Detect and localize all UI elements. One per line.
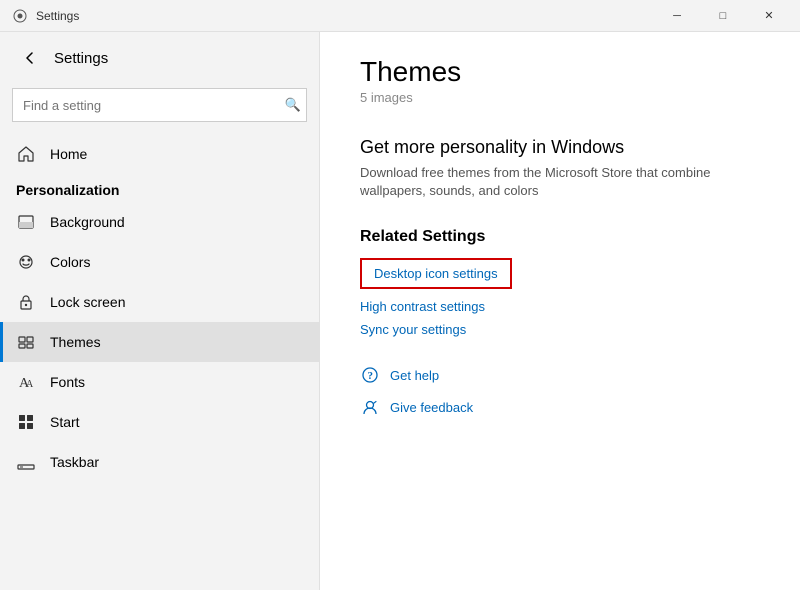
- themes-icon: [16, 332, 36, 352]
- back-button[interactable]: [16, 44, 44, 72]
- lock-icon: [16, 292, 36, 312]
- give-feedback-label: Give feedback: [390, 400, 473, 415]
- sidebar-item-taskbar[interactable]: Taskbar: [0, 442, 319, 482]
- sidebar-item-colors-label: Colors: [50, 254, 90, 270]
- search-input[interactable]: [12, 88, 307, 122]
- help-section: ? Get help Give feedback: [360, 365, 760, 417]
- sidebar-item-lock-screen-label: Lock screen: [50, 294, 125, 310]
- sidebar-item-background-label: Background: [50, 214, 125, 230]
- back-icon: [24, 52, 36, 64]
- svg-text:A: A: [26, 379, 34, 390]
- close-button[interactable]: ✕: [746, 0, 792, 32]
- app-container: Settings 🔍 Home Personalization: [0, 32, 800, 590]
- get-help-icon: ?: [360, 365, 380, 385]
- sidebar-item-themes[interactable]: Themes: [0, 322, 319, 362]
- give-feedback-item[interactable]: Give feedback: [360, 397, 760, 417]
- sidebar: Settings 🔍 Home Personalization: [0, 32, 320, 590]
- sidebar-item-background[interactable]: Background: [0, 202, 319, 242]
- colors-icon: [16, 252, 36, 272]
- sidebar-item-taskbar-label: Taskbar: [50, 454, 99, 470]
- get-help-label: Get help: [390, 368, 439, 383]
- related-settings-title: Related Settings: [360, 228, 760, 246]
- give-feedback-icon: [360, 397, 380, 417]
- sidebar-header: Settings: [0, 32, 319, 84]
- titlebar-title: Settings: [36, 9, 79, 23]
- maximize-button[interactable]: □: [700, 0, 746, 32]
- sidebar-item-home[interactable]: Home: [0, 134, 319, 174]
- sidebar-item-start-label: Start: [50, 414, 80, 430]
- get-help-item[interactable]: ? Get help: [360, 365, 760, 385]
- sidebar-item-fonts[interactable]: A A Fonts: [0, 362, 319, 402]
- sidebar-item-lock-screen[interactable]: Lock screen: [0, 282, 319, 322]
- fonts-icon: A A: [16, 372, 36, 392]
- sync-settings-link[interactable]: Sync your settings: [360, 322, 760, 337]
- search-container: 🔍: [12, 88, 307, 122]
- sidebar-item-start[interactable]: Start: [0, 402, 319, 442]
- sidebar-item-home-label: Home: [50, 146, 87, 162]
- titlebar-left: Settings: [12, 8, 79, 24]
- page-subtitle: 5 images: [360, 90, 760, 105]
- promo-desc: Download free themes from the Microsoft …: [360, 164, 760, 200]
- page-title: Themes: [360, 56, 760, 88]
- home-icon: [16, 144, 36, 164]
- sidebar-item-themes-label: Themes: [50, 334, 101, 350]
- promo-heading: Get more personality in Windows: [360, 137, 760, 158]
- start-icon: [16, 412, 36, 432]
- titlebar: Settings ─ □ ✕: [0, 0, 800, 32]
- sidebar-item-fonts-label: Fonts: [50, 374, 85, 390]
- sidebar-item-colors[interactable]: Colors: [0, 242, 319, 282]
- desktop-icon-settings-link[interactable]: Desktop icon settings: [360, 258, 512, 289]
- sidebar-app-title: Settings: [54, 50, 108, 67]
- main-content: Themes 5 images Get more personality in …: [320, 32, 800, 590]
- personalization-label: Personalization: [0, 174, 319, 202]
- settings-app-icon: [12, 8, 28, 24]
- taskbar-icon: [16, 452, 36, 472]
- titlebar-controls: ─ □ ✕: [654, 0, 792, 32]
- minimize-button[interactable]: ─: [654, 0, 700, 32]
- search-icon[interactable]: 🔍: [285, 97, 301, 113]
- high-contrast-settings-link[interactable]: High contrast settings: [360, 299, 760, 314]
- background-icon: [16, 212, 36, 232]
- svg-text:?: ?: [368, 370, 374, 382]
